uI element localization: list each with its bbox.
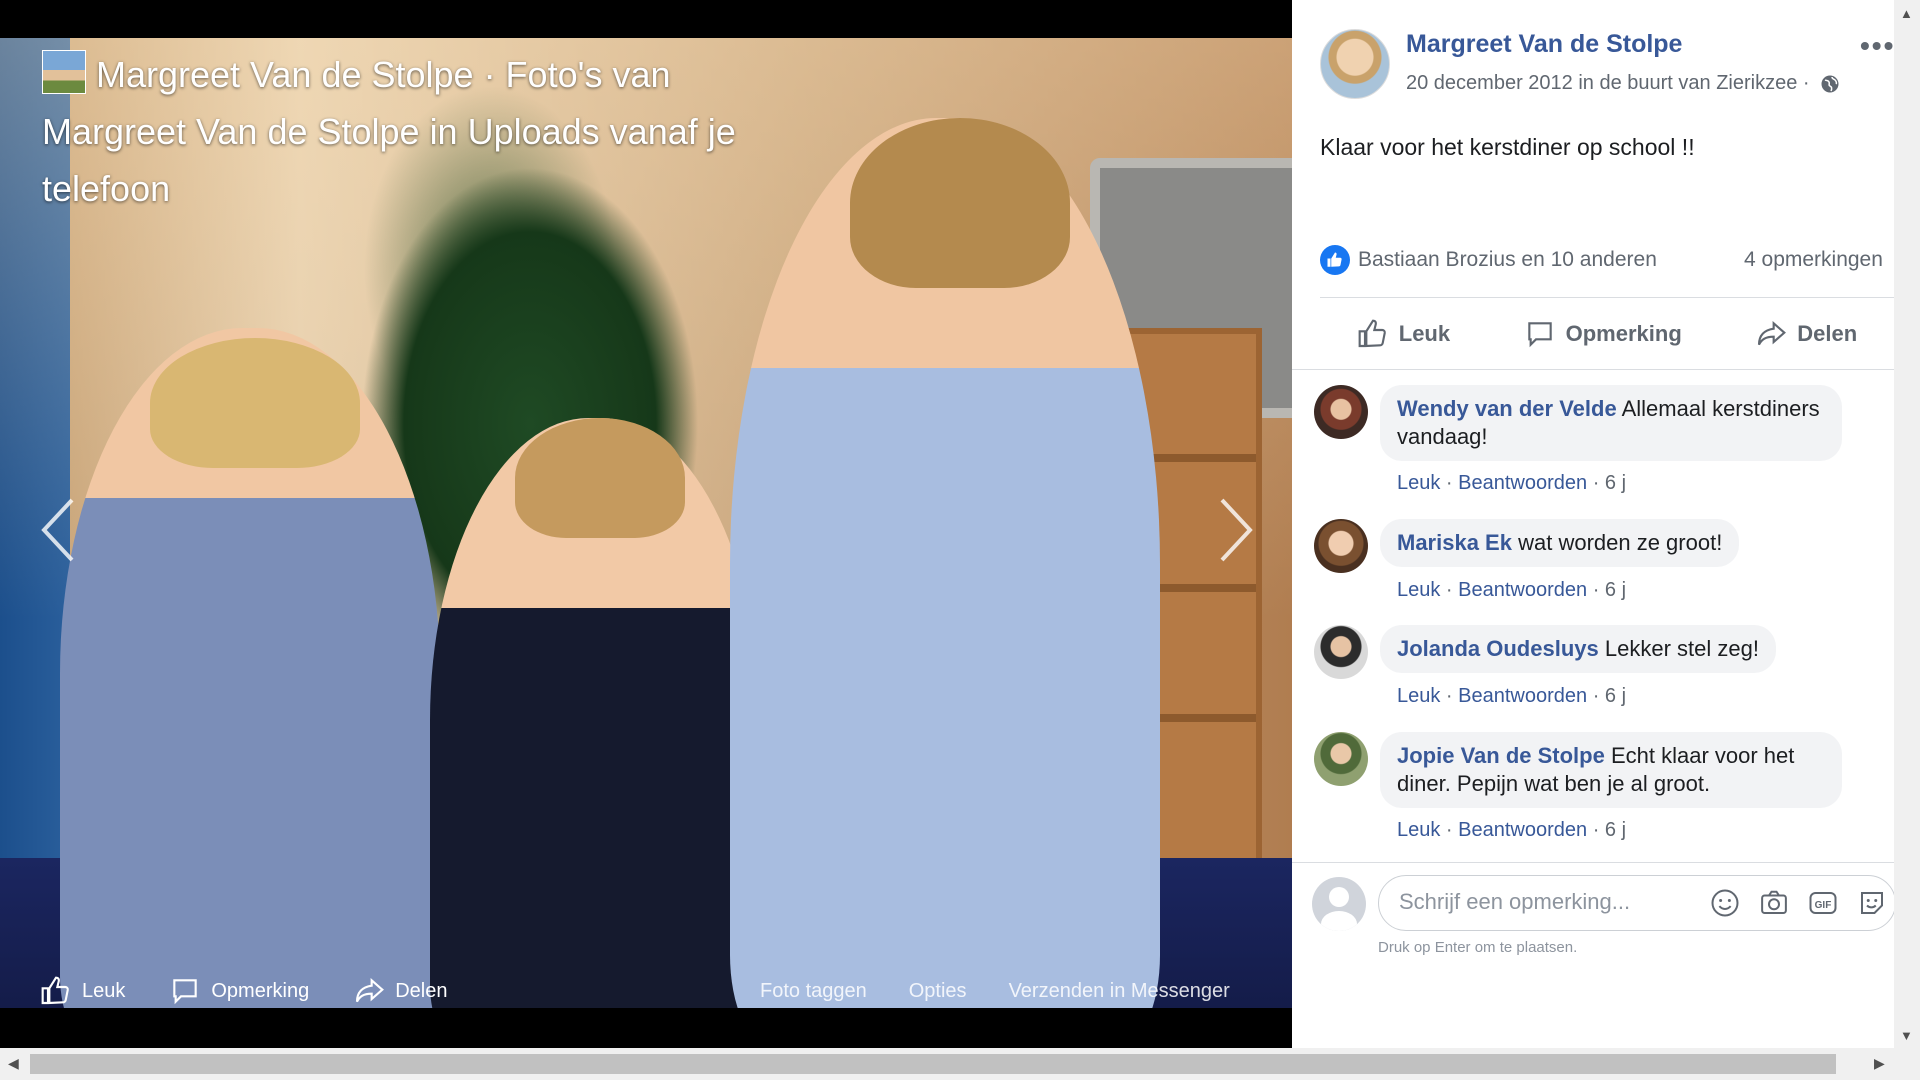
vertical-scrollbar[interactable]: ▲ ▼: [1894, 0, 1920, 1048]
camera-icon[interactable]: [1759, 888, 1789, 918]
comment-bubble: Jolanda Oudesluys Lekker stel zeg!: [1380, 625, 1776, 673]
comment-reply-link[interactable]: Beantwoorden: [1458, 685, 1587, 707]
photo-like-label: Leuk: [82, 979, 126, 1002]
comment-bubble: Jopie Van de Stolpe Echt klaar voor het …: [1380, 732, 1842, 808]
author-name[interactable]: Margreet Van de Stolpe: [1406, 30, 1682, 59]
comment-like-link[interactable]: Leuk: [1397, 579, 1440, 601]
post-date-location[interactable]: 20 december 2012 in de buurt van Zierikz…: [1406, 72, 1810, 95]
like-button[interactable]: Leuk: [1357, 318, 1450, 350]
more-options-button[interactable]: •••: [1860, 30, 1895, 62]
comment-input-placeholder: Schrijf een opmerking...: [1399, 889, 1631, 914]
comment-age[interactable]: 6 j: [1605, 685, 1626, 707]
comment-text: wat worden ze groot!: [1518, 530, 1723, 555]
options-link[interactable]: Opties: [909, 980, 967, 1003]
share-button[interactable]: Delen: [1755, 318, 1857, 350]
photo-like-button[interactable]: Leuk: [40, 975, 125, 1007]
hair-right: [850, 118, 1070, 288]
scroll-right-icon[interactable]: ▶: [1874, 1055, 1885, 1072]
comment-bubble: Mariska Ek wat worden ze groot!: [1380, 519, 1740, 567]
photo-comment-label: Opmerking: [211, 979, 310, 1002]
comment-age[interactable]: 6 j: [1605, 819, 1626, 841]
comment-actions: Leuk · Beantwoorden · 6 j: [1397, 685, 1627, 707]
comment-button[interactable]: Opmerking: [1524, 318, 1682, 350]
reactions-text: Bastiaan Brozius en 10 anderen: [1358, 248, 1657, 271]
composer-icons: GIF: [1691, 888, 1887, 918]
share-icon: [356, 977, 385, 1003]
photo-actions: Leuk Opmerking Delen: [40, 976, 491, 1006]
panel-bottom: [1292, 968, 1894, 1048]
post-meta: 20 december 2012 in de buurt van Zierikz…: [1406, 72, 1840, 95]
sticker-icon[interactable]: [1857, 888, 1887, 918]
hair-middle: [515, 418, 685, 538]
globe-icon[interactable]: [1820, 74, 1840, 94]
comment-author[interactable]: Jopie Van de Stolpe: [1397, 743, 1605, 768]
photo-comment-button[interactable]: Opmerking: [169, 975, 309, 1007]
reactions-summary[interactable]: Bastiaan Brozius en 10 anderen: [1320, 245, 1657, 275]
thumbs-up-icon: [41, 976, 69, 1005]
post-text: Klaar voor het kerstdiner op school !!: [1320, 134, 1695, 160]
comments-list: Wendy van der Velde Allemaal kerstdiners…: [1292, 370, 1894, 862]
comment-avatar[interactable]: [1314, 625, 1368, 679]
comment-age[interactable]: 6 j: [1605, 472, 1626, 494]
divider-top: [1320, 297, 1894, 298]
send-in-messenger-link[interactable]: Verzenden in Messenger: [1009, 980, 1230, 1003]
photo-options: Foto taggen Opties Verzenden in Messenge…: [760, 976, 1272, 1006]
comment-reply-link[interactable]: Beantwoorden: [1458, 819, 1587, 841]
comment-input[interactable]: Schrijf een opmerking... GIF: [1378, 875, 1896, 931]
comment-like-link[interactable]: Leuk: [1397, 472, 1440, 494]
comment-icon: [173, 979, 198, 1005]
comment-composer: Schrijf een opmerking... GIF Druk op Ent…: [1292, 862, 1896, 969]
like-reaction-icon: [1320, 245, 1350, 275]
gif-icon[interactable]: GIF: [1808, 888, 1838, 918]
photo-share-button[interactable]: Delen: [353, 975, 447, 1007]
post-actions: Leuk Opmerking Delen: [1320, 308, 1894, 360]
comment-author[interactable]: Jolanda Oudesluys: [1397, 636, 1599, 661]
comment-reply-link[interactable]: Beantwoorden: [1458, 579, 1587, 601]
scroll-down-icon[interactable]: ▼: [1900, 1028, 1913, 1043]
hair-left: [150, 338, 360, 468]
author-avatar[interactable]: [1320, 29, 1390, 99]
photo-title: Margreet Van de Stolpe · Foto's van Marg…: [42, 46, 802, 217]
compose-hint: Druk op Enter om te plaatsen.: [1378, 939, 1578, 956]
author-thumbnail[interactable]: [42, 50, 86, 94]
comment-age[interactable]: 6 j: [1605, 579, 1626, 601]
comment-avatar[interactable]: [1314, 385, 1368, 439]
share-label: Delen: [1797, 321, 1858, 346]
comment-reply-link[interactable]: Beantwoorden: [1458, 472, 1587, 494]
chevron-right-icon: [1220, 498, 1253, 562]
scroll-left-icon[interactable]: ◀: [8, 1055, 19, 1072]
comment-text: Lekker stel zeg!: [1604, 636, 1759, 661]
comment-avatar[interactable]: [1314, 732, 1368, 786]
comment-label: Opmerking: [1565, 321, 1682, 346]
thumbs-up-icon: [1358, 319, 1386, 348]
photo-title-text[interactable]: Margreet Van de Stolpe · Foto's van Marg…: [42, 54, 736, 209]
comment-avatar[interactable]: [1314, 519, 1368, 573]
share-icon: [1758, 320, 1787, 346]
comment-like-link[interactable]: Leuk: [1397, 685, 1440, 707]
comment-icon: [1527, 322, 1552, 348]
like-label: Leuk: [1398, 321, 1451, 346]
comment-like-link[interactable]: Leuk: [1397, 819, 1440, 841]
tag-photo-link[interactable]: Foto taggen: [760, 980, 867, 1003]
photo-share-label: Delen: [395, 979, 448, 1002]
comment-bubble: Wendy van der Velde Allemaal kerstdiners…: [1380, 385, 1842, 461]
comments-count[interactable]: 4 opmerkingen: [1744, 248, 1883, 272]
comment-actions: Leuk · Beantwoorden · 6 j: [1397, 472, 1627, 494]
photo-viewer: Margreet Van de Stolpe · Foto's van Marg…: [0, 0, 1292, 1048]
horizontal-scroll-thumb[interactable]: [30, 1054, 1836, 1074]
emoji-icon[interactable]: [1710, 888, 1740, 918]
current-user-avatar: [1312, 877, 1366, 931]
scroll-up-icon[interactable]: ▲: [1900, 6, 1913, 21]
chevron-left-icon: [41, 498, 74, 562]
previous-photo-button[interactable]: [36, 490, 86, 570]
comment-actions: Leuk · Beantwoorden · 6 j: [1397, 579, 1627, 601]
comment-author[interactable]: Wendy van der Velde: [1397, 396, 1617, 421]
comment-actions: Leuk · Beantwoorden · 6 j: [1397, 819, 1627, 841]
comment-author[interactable]: Mariska Ek: [1397, 530, 1512, 555]
horizontal-scrollbar[interactable]: ◀ ▶: [0, 1048, 1920, 1080]
next-photo-button[interactable]: [1208, 490, 1258, 570]
svg-text:GIF: GIF: [1815, 900, 1832, 911]
